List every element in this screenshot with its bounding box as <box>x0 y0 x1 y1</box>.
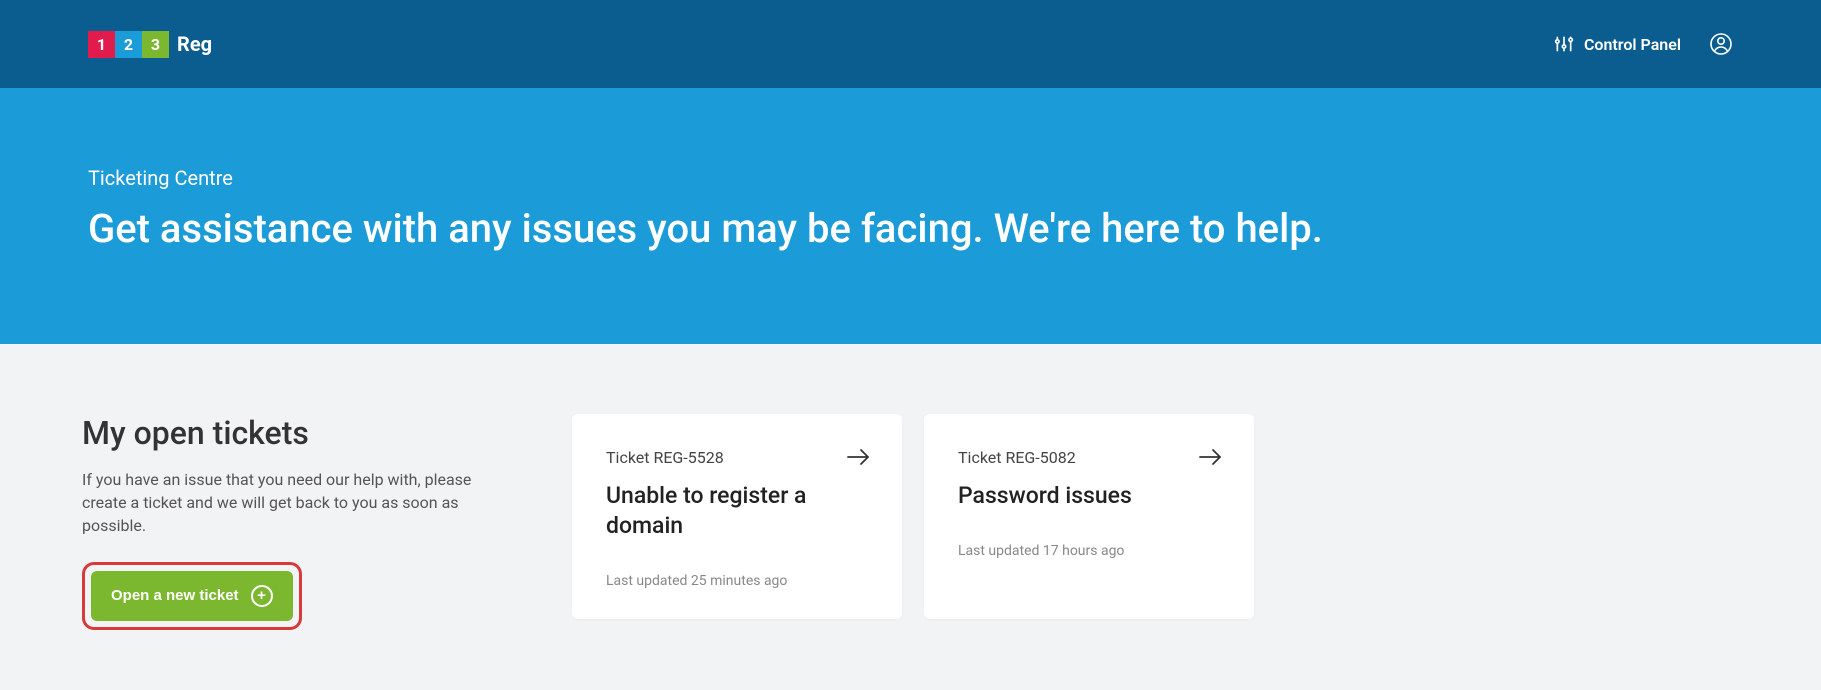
ticket-updated: Last updated 17 hours ago <box>958 543 1220 559</box>
ticket-title: Password issues <box>958 481 1220 511</box>
sliders-icon <box>1554 34 1574 54</box>
section-title: My open tickets <box>82 414 512 452</box>
logo-block-2: 2 <box>115 31 142 58</box>
control-panel-label: Control Panel <box>1584 35 1681 54</box>
ticket-card[interactable]: Ticket REG-5082 Password issues Last upd… <box>924 414 1254 619</box>
ticket-updated: Last updated 25 minutes ago <box>606 573 868 589</box>
ticket-title: Unable to register a domain <box>606 481 868 541</box>
control-panel-link[interactable]: Control Panel <box>1554 34 1681 54</box>
ticket-card[interactable]: Ticket REG-5528 Unable to register a dom… <box>572 414 902 619</box>
arrow-right-icon <box>1198 448 1224 470</box>
content: My open tickets If you have an issue tha… <box>0 344 1821 690</box>
ticket-id: Ticket REG-5082 <box>958 448 1220 467</box>
user-icon[interactable] <box>1709 32 1733 56</box>
header: 1 2 3 Reg Control Panel <box>0 0 1821 88</box>
open-new-ticket-button[interactable]: Open a new ticket + <box>91 571 293 621</box>
open-ticket-label: Open a new ticket <box>111 587 239 604</box>
hero: Ticketing Centre Get assistance with any… <box>0 88 1821 344</box>
left-column: My open tickets If you have an issue tha… <box>82 414 512 630</box>
highlight-ring: Open a new ticket + <box>82 562 302 630</box>
logo[interactable]: 1 2 3 Reg <box>88 31 212 58</box>
section-description: If you have an issue that you need our h… <box>82 468 502 538</box>
hero-title: Get assistance with any issues you may b… <box>88 204 1733 254</box>
logo-text: Reg <box>177 32 212 56</box>
plus-circle-icon: + <box>251 585 273 607</box>
header-right: Control Panel <box>1554 32 1733 56</box>
hero-subtitle: Ticketing Centre <box>88 166 1733 190</box>
ticket-id: Ticket REG-5528 <box>606 448 868 467</box>
logo-block-1: 1 <box>88 31 115 58</box>
arrow-right-icon <box>846 448 872 470</box>
tickets-list: Ticket REG-5528 Unable to register a dom… <box>572 414 1733 619</box>
logo-block-3: 3 <box>142 31 169 58</box>
